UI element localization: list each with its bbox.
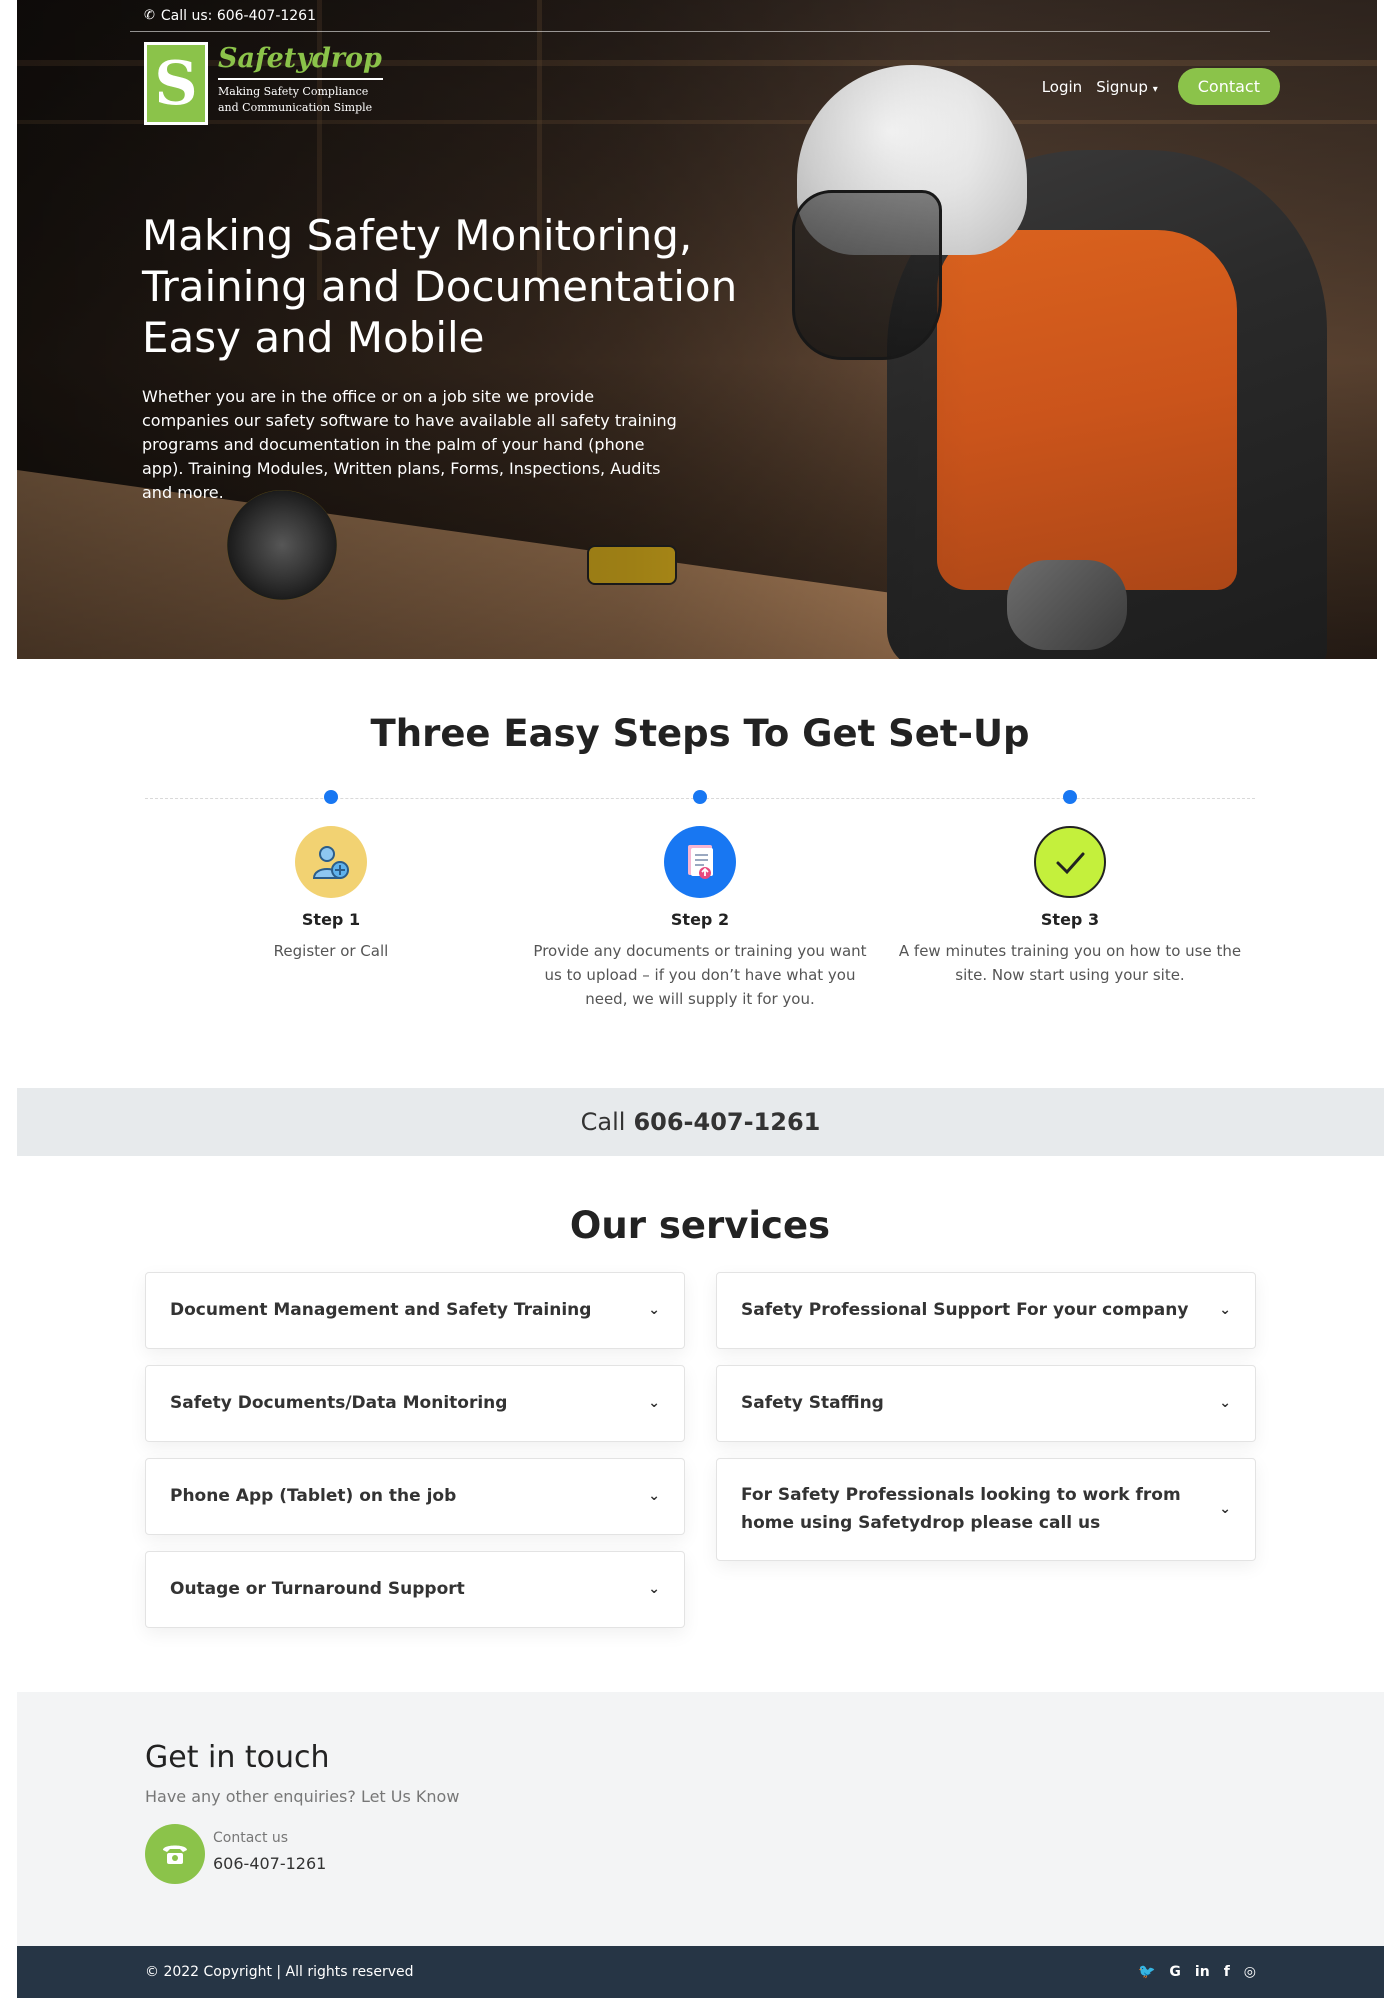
chevron-down-icon: ⌄ (648, 1395, 660, 1412)
copyright-text: © 2022 Copyright | All rights reserved (145, 1964, 414, 1980)
step-dot (324, 790, 338, 804)
logo-name: Safetydrop (218, 43, 382, 74)
service-title: Document Management and Safety Training (170, 1299, 592, 1320)
top-phone-text[interactable]: Call us: 606-407-1261 (161, 8, 316, 24)
logo-divider (218, 77, 383, 80)
step-description: A few minutes training you on how to use… (898, 942, 1242, 984)
document-upload-icon (664, 826, 736, 898)
chevron-down-icon: ⌄ (1219, 1501, 1231, 1518)
linkedin-icon[interactable]: in (1195, 1964, 1210, 1980)
checkmark-icon (1034, 826, 1106, 898)
step-label: Step 2 (670, 910, 730, 929)
site-footer: © 2022 Copyright | All rights reserved 🐦… (17, 1946, 1384, 1998)
step-2: Step 2 Provide any documents or training… (525, 790, 875, 1011)
service-accordion-item[interactable]: Safety Documents/Data Monitoring ⌄ (145, 1365, 685, 1442)
service-title: For Safety Professionals looking to work… (741, 1485, 1181, 1533)
chevron-down-icon: ⌄ (1219, 1395, 1231, 1412)
service-title: Outage or Turnaround Support (170, 1578, 465, 1599)
signup-dropdown[interactable]: Signup ▾ (1096, 78, 1158, 96)
google-icon[interactable]: G (1169, 1964, 1181, 1980)
step-label: Step 3 (1040, 910, 1100, 929)
chevron-down-icon: ⌄ (1219, 1302, 1231, 1319)
services-heading: Our services (569, 1204, 831, 1247)
contact-phone-number[interactable]: 606-407-1261 (213, 1854, 326, 1873)
logo-mark: S (144, 42, 208, 125)
twitter-icon[interactable]: 🐦 (1138, 1964, 1155, 1980)
service-accordion-item[interactable]: Document Management and Safety Training … (145, 1272, 685, 1349)
step-description: Register or Call (273, 942, 389, 960)
steps-heading: Three Easy Steps To Get Set-Up (370, 712, 1030, 755)
step-3: Step 3 A few minutes training you on how… (895, 790, 1245, 987)
service-title: Safety Professional Support For your com… (741, 1299, 1189, 1320)
add-user-icon (295, 826, 367, 898)
logo-text: Safetydrop Making Safety Compliance and … (218, 42, 388, 116)
step-label: Step 1 (301, 910, 361, 929)
social-links: 🐦 G in f ◎ (1138, 1964, 1256, 1980)
contact-button[interactable]: Contact (1177, 68, 1280, 105)
service-accordion-item[interactable]: Phone App (Tablet) on the job ⌄ (145, 1458, 685, 1535)
caret-down-icon: ▾ (1152, 83, 1158, 95)
logo-letter: S (154, 48, 198, 119)
service-accordion-item[interactable]: Outage or Turnaround Support ⌄ (145, 1551, 685, 1628)
step-dot (1063, 790, 1077, 804)
contact-heading: Get in touch (145, 1740, 330, 1775)
top-contact-bar: ✆ Call us: 606-407-1261 (130, 0, 1270, 32)
service-title: Phone App (Tablet) on the job (170, 1485, 457, 1506)
call-prefix: Call (580, 1108, 626, 1136)
step-dot (693, 790, 707, 804)
main-nav: Login Signup ▾ Contact (1042, 68, 1280, 105)
chevron-down-icon: ⌄ (648, 1581, 660, 1598)
service-accordion-item[interactable]: For Safety Professionals looking to work… (716, 1458, 1256, 1561)
hero-description: Whether you are in the office or on a jo… (142, 387, 677, 502)
call-bar: Call 606-407-1261 (17, 1088, 1384, 1156)
facebook-icon[interactable]: f (1224, 1964, 1230, 1980)
site-logo[interactable]: S Safetydrop Making Safety Compliance an… (144, 42, 388, 125)
phone-icon: ✆ (144, 8, 155, 23)
call-number[interactable]: 606-407-1261 (633, 1108, 820, 1136)
step-1: Step 1 Register or Call (156, 790, 506, 963)
step-description: Provide any documents or training you wa… (533, 942, 867, 1008)
service-title: Safety Staffing (741, 1392, 884, 1413)
contact-section: Get in touch Have any other enquiries? L… (17, 1692, 1384, 1946)
service-accordion-item[interactable]: Safety Staffing ⌄ (716, 1365, 1256, 1442)
service-accordion-item[interactable]: Safety Professional Support For your com… (716, 1272, 1256, 1349)
chevron-down-icon: ⌄ (648, 1302, 660, 1319)
instagram-icon[interactable]: ◎ (1244, 1964, 1256, 1980)
service-title: Safety Documents/Data Monitoring (170, 1392, 508, 1413)
logo-tagline: Making Safety Compliance and Communicati… (218, 84, 373, 114)
hero-title: Making Safety Monitoring, Training and D… (142, 211, 738, 363)
contact-subheading: Have any other enquiries? Let Us Know (145, 1787, 460, 1806)
contact-label: Contact us (213, 1830, 289, 1846)
telephone-icon (145, 1824, 205, 1884)
signup-label: Signup (1096, 77, 1148, 96)
chevron-down-icon: ⌄ (648, 1488, 660, 1505)
login-link[interactable]: Login (1042, 78, 1082, 96)
